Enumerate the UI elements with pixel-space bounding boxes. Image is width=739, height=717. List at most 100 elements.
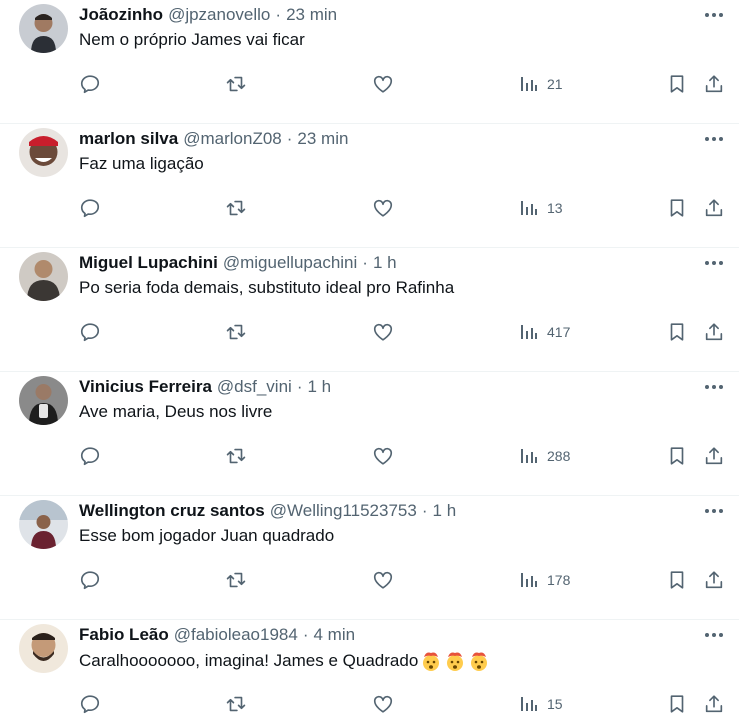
views-chart-icon — [519, 198, 539, 218]
avatar[interactable] — [19, 128, 68, 177]
avatar[interactable] — [19, 4, 68, 53]
tweet[interactable]: Wellington cruz santos @Welling11523753 … — [0, 496, 739, 620]
more-horizontal-icon[interactable] — [703, 502, 725, 520]
views-button[interactable]: 288 — [519, 443, 570, 469]
share-icon[interactable] — [703, 567, 725, 593]
heart-icon[interactable] — [372, 71, 394, 97]
tweet-text-content: Ave maria, Deus nos livre — [79, 402, 273, 421]
separator: · — [296, 377, 303, 396]
timestamp[interactable]: 1 h — [433, 501, 457, 521]
tweet-text-content: Esse bom jogador Juan quadrado — [79, 526, 335, 545]
avatar[interactable] — [19, 624, 68, 673]
bookmark-icon[interactable] — [666, 71, 688, 97]
views-chart-icon — [519, 74, 539, 94]
share-icon[interactable] — [703, 71, 725, 97]
separator: · — [362, 253, 368, 272]
tweet-actions: 417 — [0, 319, 739, 345]
timestamp[interactable]: 1 h — [308, 377, 332, 397]
retweet-icon[interactable] — [225, 443, 247, 469]
author-name[interactable]: marlon silva — [79, 129, 178, 149]
views-button[interactable]: 21 — [519, 71, 563, 97]
tweet-text: Ave maria, Deus nos livre — [79, 402, 272, 422]
more-horizontal-icon[interactable] — [703, 254, 725, 272]
author-handle[interactable]: @fabioleao1984 — [174, 625, 298, 645]
bookmark-icon[interactable] — [666, 443, 688, 469]
author-name[interactable]: Joãozinho — [79, 5, 163, 25]
retweet-icon[interactable] — [225, 567, 247, 593]
tweet-header: Miguel Lupachini @miguellupachini · 1 h — [79, 252, 397, 274]
author-handle[interactable]: @Welling11523753 — [270, 501, 417, 521]
author-name[interactable]: Fabio Leão — [79, 625, 169, 645]
separator: · — [421, 501, 428, 520]
tweet-text: Po seria foda demais, substituto ideal p… — [79, 278, 454, 298]
heart-icon[interactable] — [372, 195, 394, 221]
tweet-header: Fabio Leão @fabioleao1984 · 4 min — [79, 624, 355, 646]
views-count: 15 — [547, 696, 563, 712]
tweet-text-content: Nem o próprio James vai ficar — [79, 30, 305, 49]
exploding-head-emoji — [420, 650, 442, 672]
more-horizontal-icon[interactable] — [703, 130, 725, 148]
views-button[interactable]: 15 — [519, 691, 563, 717]
avatar[interactable] — [19, 252, 68, 301]
tweet-actions: 15 — [0, 691, 739, 717]
more-horizontal-icon[interactable] — [703, 626, 725, 644]
bookmark-icon[interactable] — [666, 691, 688, 717]
tweet[interactable]: Vinicius Ferreira @dsf_vini · 1 h Ave ma… — [0, 372, 739, 496]
more-horizontal-icon[interactable] — [703, 378, 725, 396]
share-icon[interactable] — [703, 195, 725, 221]
author-handle[interactable]: @miguellupachini — [223, 253, 357, 273]
tweet[interactable]: Miguel Lupachini @miguellupachini · 1 h … — [0, 248, 739, 372]
tweet[interactable]: Joãozinho @jpzanovello · 23 min Nem o pr… — [0, 0, 739, 124]
avatar[interactable] — [19, 376, 68, 425]
separator: · — [275, 5, 282, 24]
author-name[interactable]: Wellington cruz santos — [79, 501, 265, 521]
tweet-text-content: Faz uma ligação — [79, 154, 204, 173]
author-handle[interactable]: @dsf_vini — [217, 377, 292, 397]
exploding-head-emoji — [468, 650, 490, 672]
reply-icon[interactable] — [79, 319, 101, 345]
retweet-icon[interactable] — [225, 691, 247, 717]
tweet-text: Faz uma ligação — [79, 154, 204, 174]
timestamp[interactable]: 4 min — [314, 625, 356, 645]
avatar[interactable] — [19, 500, 68, 549]
timestamp[interactable]: 23 min — [297, 129, 348, 149]
reply-icon[interactable] — [79, 443, 101, 469]
reply-icon[interactable] — [79, 567, 101, 593]
bookmark-icon[interactable] — [666, 319, 688, 345]
tweet-header: marlon silva @marlonZ08 · 23 min — [79, 128, 348, 150]
heart-icon[interactable] — [372, 567, 394, 593]
exploding-head-emoji — [444, 650, 466, 672]
tweet[interactable]: Fabio Leão @fabioleao1984 · 4 min Caralh… — [0, 620, 739, 717]
tweet[interactable]: marlon silva @marlonZ08 · 23 min Faz uma… — [0, 124, 739, 248]
tweet-text: Esse bom jogador Juan quadrado — [79, 526, 334, 546]
retweet-icon[interactable] — [225, 71, 247, 97]
author-handle[interactable]: @jpzanovello — [168, 5, 270, 25]
views-button[interactable]: 178 — [519, 567, 570, 593]
views-button[interactable]: 417 — [519, 319, 570, 345]
share-icon[interactable] — [703, 443, 725, 469]
bookmark-icon[interactable] — [666, 567, 688, 593]
views-count: 178 — [547, 572, 571, 588]
author-name[interactable]: Vinicius Ferreira — [79, 377, 212, 397]
views-button[interactable]: 13 — [519, 195, 563, 221]
share-icon[interactable] — [703, 319, 725, 345]
timestamp[interactable]: 1 h — [373, 253, 397, 273]
author-name[interactable]: Miguel Lupachini — [79, 253, 218, 273]
tweet-actions: 13 — [0, 195, 739, 221]
author-handle[interactable]: @marlonZ08 — [183, 129, 282, 149]
tweet-actions: 21 — [0, 71, 739, 97]
heart-icon[interactable] — [372, 319, 394, 345]
heart-icon[interactable] — [372, 691, 394, 717]
retweet-icon[interactable] — [225, 195, 247, 221]
more-horizontal-icon[interactable] — [703, 6, 725, 24]
timestamp[interactable]: 23 min — [286, 5, 337, 25]
views-count: 288 — [547, 448, 571, 464]
reply-icon[interactable] — [79, 71, 101, 97]
heart-icon[interactable] — [372, 443, 394, 469]
reply-icon[interactable] — [79, 195, 101, 221]
bookmark-icon[interactable] — [666, 195, 688, 221]
reply-icon[interactable] — [79, 691, 101, 717]
retweet-icon[interactable] — [225, 319, 247, 345]
share-icon[interactable] — [703, 691, 725, 717]
separator: · — [286, 129, 293, 148]
